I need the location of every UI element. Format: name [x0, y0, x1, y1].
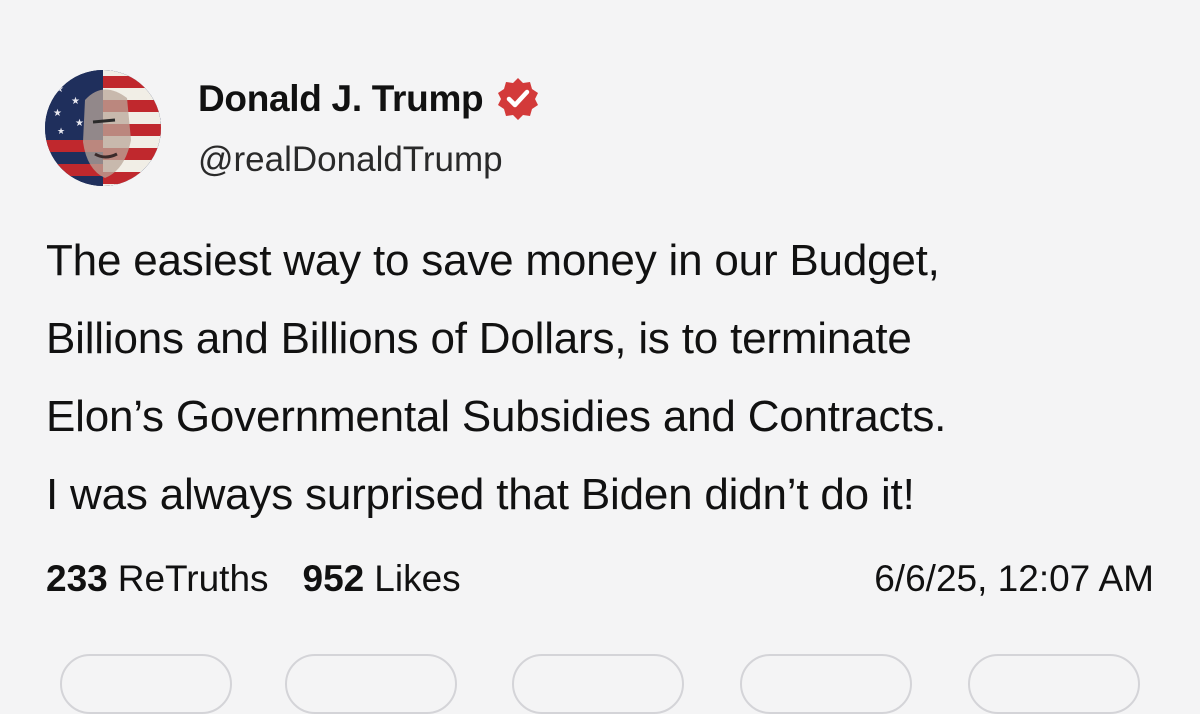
retruths-stat[interactable]: 233 ReTruths: [46, 558, 269, 600]
likes-label: Likes: [374, 558, 461, 599]
post-text-line: Elon’s Governmental Subsidies and Contra…: [46, 392, 947, 441]
post-card: ★ ★ ★ ★ ★ Donald J. Trump @realDonaldTru…: [0, 0, 1200, 714]
reply-button[interactable]: [60, 654, 232, 714]
post-timestamp: 6/6/25, 12:07 AM: [874, 558, 1154, 599]
post-text-line: I was always surprised that Biden didn’t…: [46, 470, 915, 519]
author-handle[interactable]: @realDonaldTrump: [198, 140, 503, 180]
retruths-count: 233: [46, 558, 108, 599]
svg-text:★: ★: [55, 84, 64, 95]
author-name-text: Donald J. Trump: [198, 78, 484, 119]
svg-text:★: ★: [75, 118, 84, 129]
action-bar: [0, 650, 1200, 714]
avatar-image: ★ ★ ★ ★ ★: [45, 70, 161, 186]
retruth-button[interactable]: [285, 654, 457, 714]
avatar[interactable]: ★ ★ ★ ★ ★: [45, 70, 161, 186]
post-text-line: The easiest way to save money in our Bud…: [46, 236, 940, 285]
likes-count: 952: [302, 558, 365, 599]
author-name[interactable]: Donald J. Trump: [198, 76, 541, 122]
post-stats: 233 ReTruths 952 Likes: [46, 558, 495, 600]
svg-text:★: ★: [57, 127, 65, 137]
like-button[interactable]: [512, 654, 684, 714]
retruths-label: ReTruths: [117, 558, 269, 599]
svg-text:★: ★: [71, 96, 80, 107]
svg-text:★: ★: [53, 108, 62, 119]
post-text: The easiest way to save money in our Bud…: [46, 222, 1176, 534]
more-button[interactable]: [968, 654, 1140, 714]
likes-stat[interactable]: 952 Likes: [303, 558, 461, 600]
share-button[interactable]: [740, 654, 912, 714]
verified-badge-icon: [495, 76, 541, 122]
post-text-line: Billions and Billions of Dollars, is to …: [46, 314, 912, 363]
